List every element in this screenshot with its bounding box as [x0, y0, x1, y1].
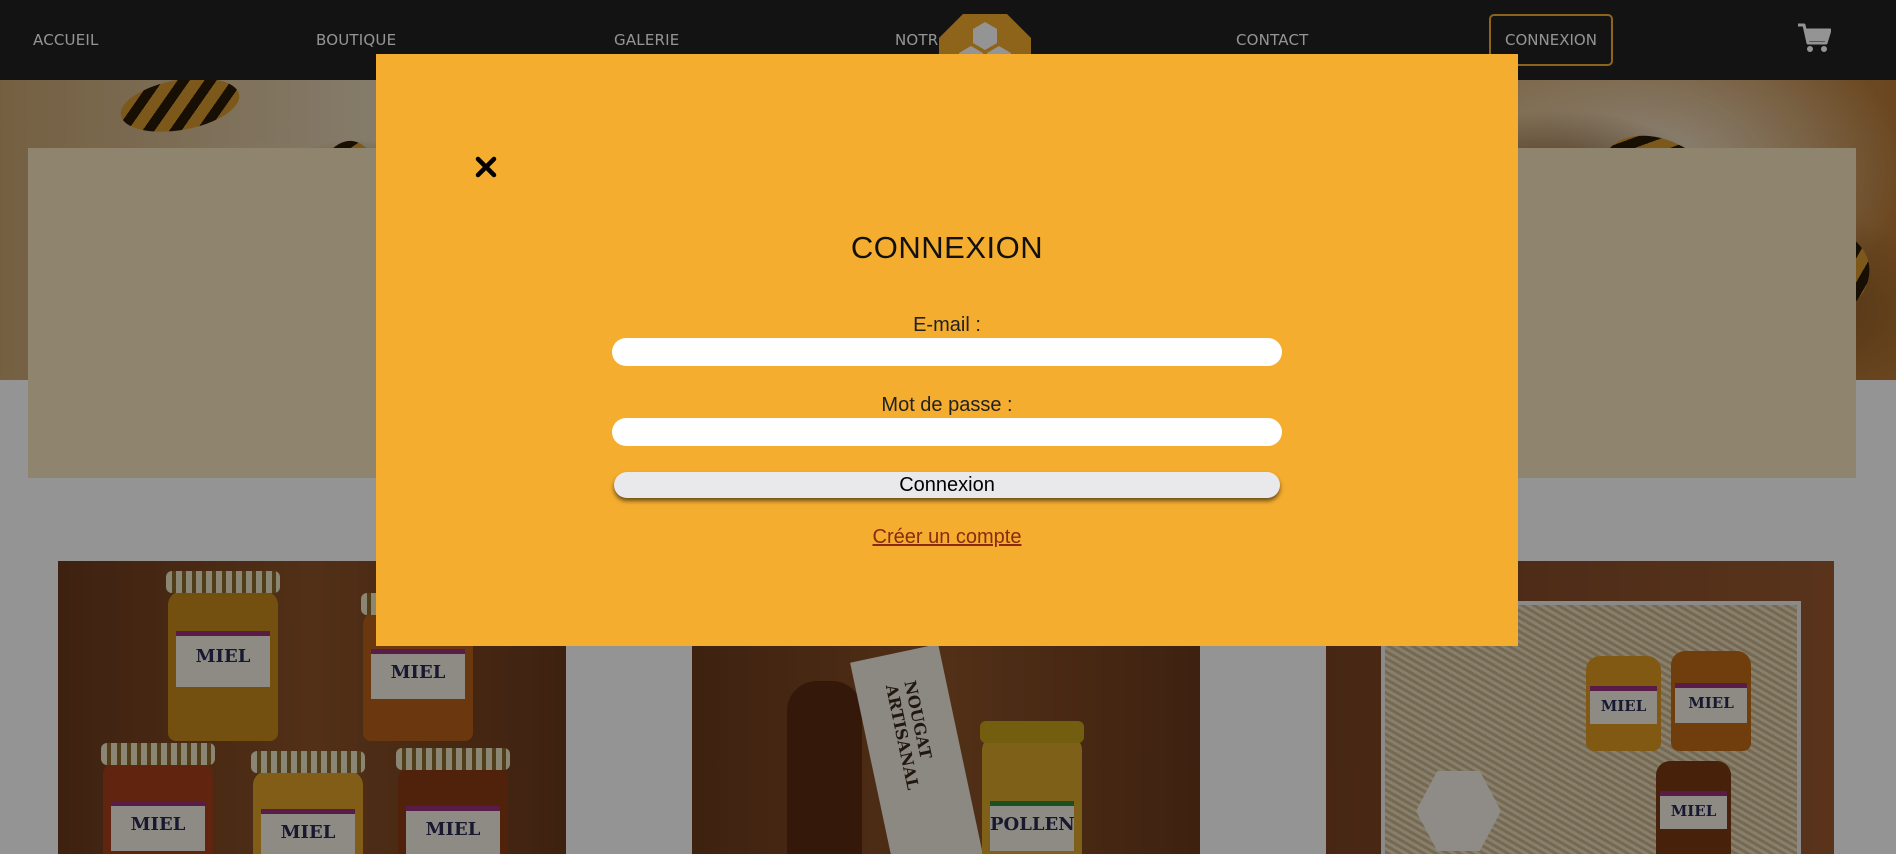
modal-title: CONNEXION	[850, 230, 1044, 265]
create-account-link[interactable]: Créer un compte	[376, 526, 1518, 549]
password-field[interactable]	[612, 418, 1282, 446]
login-modal: CONNEXION E-mail : Mot de passe : Connex…	[376, 54, 1518, 646]
email-field[interactable]	[612, 338, 1282, 366]
login-submit-button[interactable]: Connexion	[614, 472, 1280, 498]
email-label: E-mail :	[913, 314, 981, 336]
password-label: Mot de passe :	[881, 394, 1013, 416]
close-icon[interactable]	[473, 154, 499, 180]
